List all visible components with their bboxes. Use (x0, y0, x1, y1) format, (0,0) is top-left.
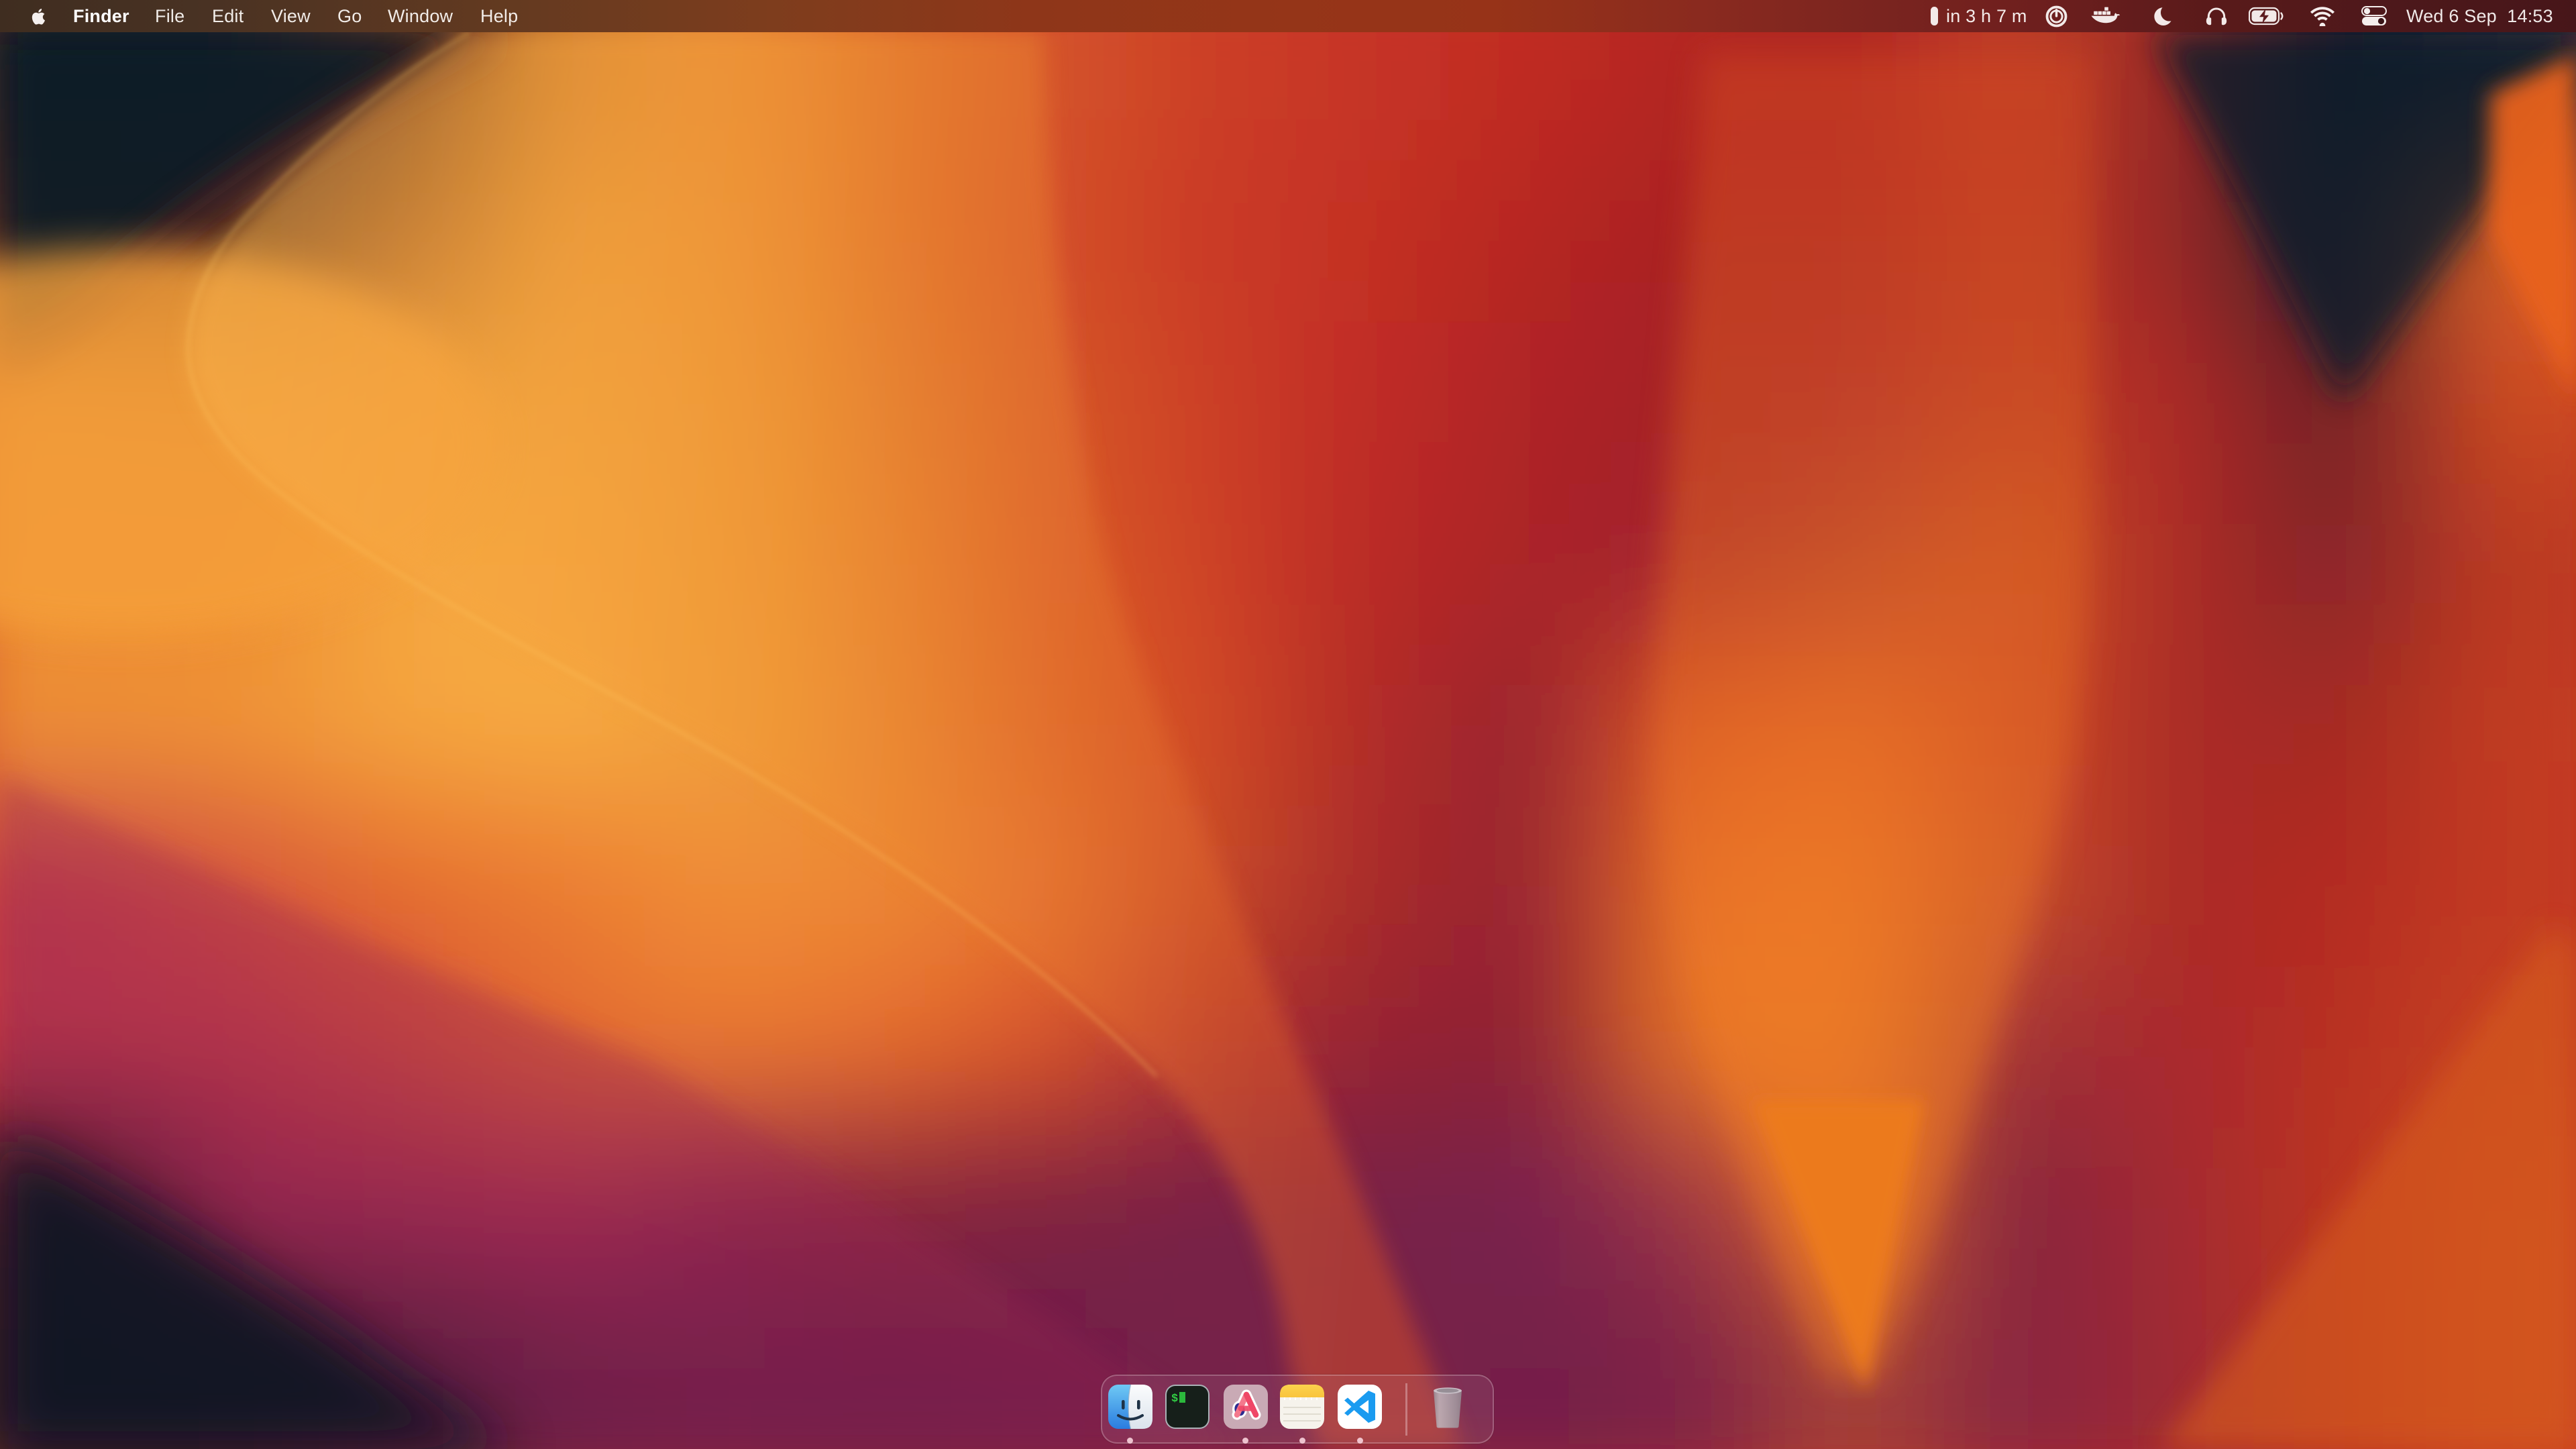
svg-text:$: $ (1171, 1393, 1178, 1405)
